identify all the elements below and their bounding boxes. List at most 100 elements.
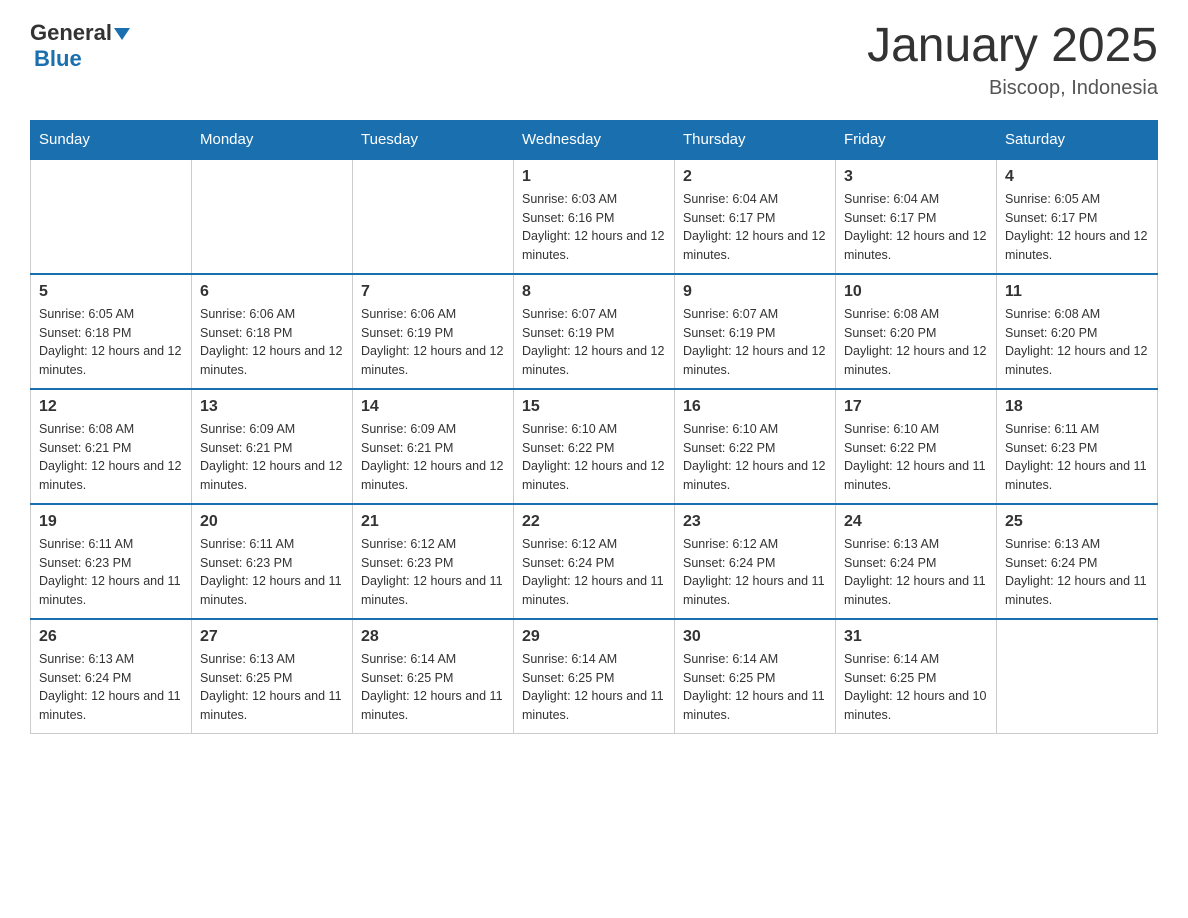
weekday-header-thursday: Thursday [675, 120, 836, 159]
calendar-cell: 19 Sunrise: 6:11 AMSunset: 6:23 PMDayligh… [31, 504, 192, 619]
day-number: 20 [200, 513, 344, 531]
day-info: Sunrise: 6:08 AMSunset: 6:21 PMDaylight:… [39, 420, 183, 495]
calendar-cell: 11 Sunrise: 6:08 AMSunset: 6:20 PMDayligh… [997, 274, 1158, 389]
day-number: 31 [844, 628, 988, 646]
day-info: Sunrise: 6:14 AMSunset: 6:25 PMDaylight:… [683, 650, 827, 725]
calendar-cell: 3Sunrise: 6:04 AMSunset: 6:17 PMDaylight… [836, 159, 997, 274]
calendar-cell: 27 Sunrise: 6:13 AMSunset: 6:25 PMDayligh… [192, 619, 353, 734]
day-info: Sunrise: 6:13 AMSunset: 6:24 PMDaylight:… [39, 650, 183, 725]
day-info: Sunrise: 6:08 AMSunset: 6:20 PMDaylight:… [844, 305, 988, 380]
day-number: 24 [844, 513, 988, 531]
day-number: 16 [683, 398, 827, 416]
day-info: Sunrise: 6:10 AMSunset: 6:22 PMDaylight:… [683, 420, 827, 495]
calendar-cell [192, 159, 353, 274]
day-info: Sunrise: 6:12 AMSunset: 6:24 PMDaylight:… [683, 535, 827, 610]
calendar-cell: 2Sunrise: 6:04 AMSunset: 6:17 PMDaylight… [675, 159, 836, 274]
weekday-header-saturday: Saturday [997, 120, 1158, 159]
day-number: 13 [200, 398, 344, 416]
day-number: 29 [522, 628, 666, 646]
calendar-cell: 15 Sunrise: 6:10 AMSunset: 6:22 PMDayligh… [514, 389, 675, 504]
calendar-cell: 16 Sunrise: 6:10 AMSunset: 6:22 PMDayligh… [675, 389, 836, 504]
day-info: Sunrise: 6:13 AMSunset: 6:24 PMDaylight:… [1005, 535, 1149, 610]
day-info: Sunrise: 6:11 AMSunset: 6:23 PMDaylight:… [1005, 420, 1149, 495]
logo-triangle-icon [114, 22, 136, 44]
day-number: 12 [39, 398, 183, 416]
calendar-cell: 6Sunrise: 6:06 AMSunset: 6:18 PMDaylight… [192, 274, 353, 389]
day-info: Sunrise: 6:06 AMSunset: 6:19 PMDaylight:… [361, 305, 505, 380]
calendar-cell: 25 Sunrise: 6:13 AMSunset: 6:24 PMDayligh… [997, 504, 1158, 619]
day-number: 18 [1005, 398, 1149, 416]
day-info: Sunrise: 6:04 AMSunset: 6:17 PMDaylight:… [844, 190, 988, 265]
day-info: Sunrise: 6:14 AMSunset: 6:25 PMDaylight:… [844, 650, 988, 725]
day-number: 21 [361, 513, 505, 531]
weekday-header-monday: Monday [192, 120, 353, 159]
day-number: 5 [39, 283, 183, 301]
calendar-week-row: 19 Sunrise: 6:11 AMSunset: 6:23 PMDayligh… [31, 504, 1158, 619]
day-number: 19 [39, 513, 183, 531]
day-number: 11 [1005, 283, 1149, 301]
day-info: Sunrise: 6:07 AMSunset: 6:19 PMDaylight:… [522, 305, 666, 380]
page-header: General Blue January 2025 Biscoop, Indon… [30, 20, 1158, 100]
calendar-cell [31, 159, 192, 274]
day-number: 23 [683, 513, 827, 531]
day-info: Sunrise: 6:13 AMSunset: 6:25 PMDaylight:… [200, 650, 344, 725]
weekday-header-wednesday: Wednesday [514, 120, 675, 159]
calendar-cell: 23 Sunrise: 6:12 AMSunset: 6:24 PMDayligh… [675, 504, 836, 619]
calendar-cell: 31 Sunrise: 6:14 AMSunset: 6:25 PMDayligh… [836, 619, 997, 734]
weekday-header-friday: Friday [836, 120, 997, 159]
title-block: January 2025 Biscoop, Indonesia [867, 20, 1158, 100]
calendar-week-row: 12 Sunrise: 6:08 AMSunset: 6:21 PMDayligh… [31, 389, 1158, 504]
day-number: 1 [522, 168, 666, 186]
day-info: Sunrise: 6:09 AMSunset: 6:21 PMDaylight:… [361, 420, 505, 495]
day-info: Sunrise: 6:11 AMSunset: 6:23 PMDaylight:… [200, 535, 344, 610]
calendar-cell: 5Sunrise: 6:05 AMSunset: 6:18 PMDaylight… [31, 274, 192, 389]
day-info: Sunrise: 6:03 AMSunset: 6:16 PMDaylight:… [522, 190, 666, 265]
calendar-cell: 26 Sunrise: 6:13 AMSunset: 6:24 PMDayligh… [31, 619, 192, 734]
day-info: Sunrise: 6:08 AMSunset: 6:20 PMDaylight:… [1005, 305, 1149, 380]
calendar-cell: 28 Sunrise: 6:14 AMSunset: 6:25 PMDayligh… [353, 619, 514, 734]
day-number: 15 [522, 398, 666, 416]
calendar-week-row: 5Sunrise: 6:05 AMSunset: 6:18 PMDaylight… [31, 274, 1158, 389]
calendar-week-row: 1 Sunrise: 6:03 AMSunset: 6:16 PMDaylight… [31, 159, 1158, 274]
day-number: 25 [1005, 513, 1149, 531]
day-info: Sunrise: 6:14 AMSunset: 6:25 PMDaylight:… [522, 650, 666, 725]
logo: General Blue [30, 20, 136, 72]
calendar-cell: 24 Sunrise: 6:13 AMSunset: 6:24 PMDayligh… [836, 504, 997, 619]
weekday-header-row: SundayMondayTuesdayWednesdayThursdayFrid… [31, 120, 1158, 159]
day-number: 8 [522, 283, 666, 301]
day-number: 30 [683, 628, 827, 646]
day-info: Sunrise: 6:11 AMSunset: 6:23 PMDaylight:… [39, 535, 183, 610]
day-info: Sunrise: 6:14 AMSunset: 6:25 PMDaylight:… [361, 650, 505, 725]
day-number: 14 [361, 398, 505, 416]
calendar-cell: 21Sunrise: 6:12 AMSunset: 6:23 PMDayligh… [353, 504, 514, 619]
day-info: Sunrise: 6:09 AMSunset: 6:21 PMDaylight:… [200, 420, 344, 495]
calendar-cell: 20 Sunrise: 6:11 AMSunset: 6:23 PMDayligh… [192, 504, 353, 619]
logo-blue-text: Blue [34, 46, 82, 71]
day-number: 28 [361, 628, 505, 646]
calendar-cell [997, 619, 1158, 734]
day-number: 9 [683, 283, 827, 301]
day-number: 22 [522, 513, 666, 531]
calendar-cell: 17 Sunrise: 6:10 AMSunset: 6:22 PMDayligh… [836, 389, 997, 504]
logo-general-text: General [30, 20, 112, 46]
calendar-cell: 7Sunrise: 6:06 AMSunset: 6:19 PMDaylight… [353, 274, 514, 389]
day-number: 2 [683, 168, 827, 186]
day-number: 17 [844, 398, 988, 416]
day-number: 6 [200, 283, 344, 301]
day-info: Sunrise: 6:07 AMSunset: 6:19 PMDaylight:… [683, 305, 827, 380]
calendar-table: SundayMondayTuesdayWednesdayThursdayFrid… [30, 120, 1158, 734]
day-number: 27 [200, 628, 344, 646]
weekday-header-tuesday: Tuesday [353, 120, 514, 159]
calendar-subtitle: Biscoop, Indonesia [867, 77, 1158, 100]
calendar-cell: 30 Sunrise: 6:14 AMSunset: 6:25 PMDayligh… [675, 619, 836, 734]
day-info: Sunrise: 6:10 AMSunset: 6:22 PMDaylight:… [844, 420, 988, 495]
calendar-cell: 1 Sunrise: 6:03 AMSunset: 6:16 PMDaylight… [514, 159, 675, 274]
calendar-cell: 8 Sunrise: 6:07 AMSunset: 6:19 PMDaylight… [514, 274, 675, 389]
day-number: 26 [39, 628, 183, 646]
day-info: Sunrise: 6:13 AMSunset: 6:24 PMDaylight:… [844, 535, 988, 610]
day-info: Sunrise: 6:10 AMSunset: 6:22 PMDaylight:… [522, 420, 666, 495]
calendar-cell: 4Sunrise: 6:05 AMSunset: 6:17 PMDaylight… [997, 159, 1158, 274]
calendar-cell: 18 Sunrise: 6:11 AMSunset: 6:23 PMDayligh… [997, 389, 1158, 504]
day-number: 4 [1005, 168, 1149, 186]
day-info: Sunrise: 6:12 AMSunset: 6:24 PMDaylight:… [522, 535, 666, 610]
